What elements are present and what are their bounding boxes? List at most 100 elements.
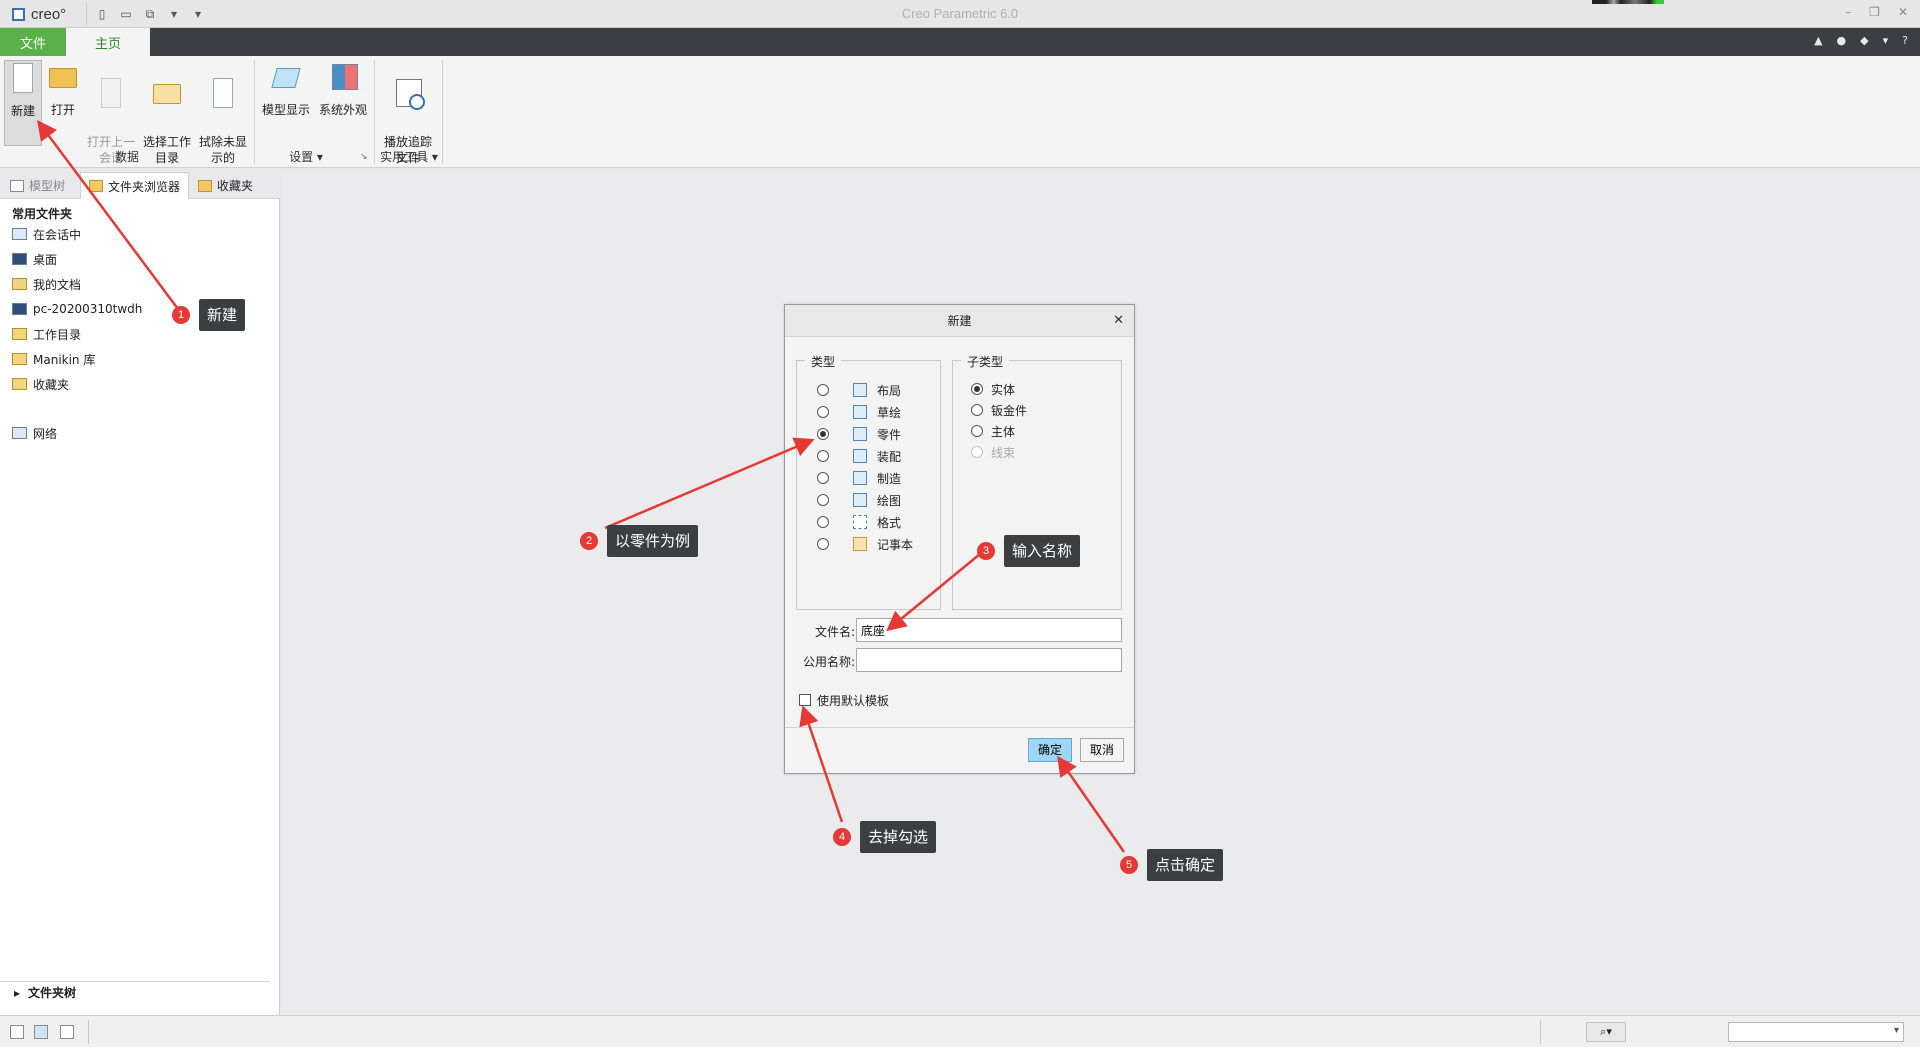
tab-folder-browser[interactable]: 文件夹浏览器 [80, 172, 190, 199]
notebook-icon [853, 537, 867, 551]
window-switch-icon[interactable]: ⧉ [141, 5, 159, 23]
system-appearance-button[interactable]: 系统外观 [316, 60, 370, 118]
type-option-assembly[interactable]: 装配 [817, 447, 901, 465]
folder-tree-toggle[interactable]: ▸ 文件夹树 [0, 981, 270, 1003]
type-option-label: 记事本 [877, 537, 914, 552]
type-option-sketch[interactable]: 草绘 [817, 403, 901, 421]
help-icon[interactable]: ? [1902, 34, 1908, 47]
type-option-drawing[interactable]: 绘图 [817, 491, 901, 509]
type-option-format[interactable]: 格式 [817, 513, 901, 531]
common-name-label: 公用名称: [802, 655, 855, 669]
annotation-callout-5: 点击确定 [1147, 849, 1224, 881]
common-folders-title: 常用文件夹 [12, 207, 73, 221]
folder-item-computer[interactable]: pc-20200310twdh [12, 300, 142, 318]
tab-file[interactable]: 文件 [0, 28, 66, 56]
annotation-callout-3: 输入名称 [1004, 535, 1081, 567]
radio-button-disabled [971, 446, 983, 458]
radio-button[interactable] [817, 516, 829, 528]
close-icon[interactable]: ✕ [1113, 313, 1124, 328]
customize-toolbar-icon[interactable]: ▾ [189, 5, 207, 23]
filename-label: 文件名: [814, 625, 855, 639]
model-display-button[interactable]: 模型显示 [258, 60, 314, 118]
overlay-strip [1592, 0, 1664, 4]
use-default-template-checkbox[interactable] [799, 694, 811, 706]
folder-label: Manikin 库 [33, 352, 96, 367]
selection-filter-dropdown[interactable]: ▾ [1728, 1022, 1904, 1042]
type-option-layout[interactable]: 布局 [817, 381, 901, 399]
radio-button-selected[interactable] [971, 383, 983, 395]
type-option-part[interactable]: 零件 [817, 425, 901, 443]
annotation-callout-4: 去掉勾选 [860, 821, 937, 853]
restore-icon[interactable]: ❐ [1869, 5, 1880, 19]
type-option-label: 零件 [877, 427, 902, 442]
folder-item-network[interactable]: 网络 [12, 424, 57, 442]
type-option-label: 制造 [877, 471, 902, 486]
annotation-badge-5: 5 [1120, 856, 1138, 874]
subtype-option-solid[interactable]: 实体 [971, 380, 1015, 398]
folder-item-manikin[interactable]: Manikin 库 [12, 350, 95, 368]
group-label-settings[interactable]: 设置 ▾ [258, 148, 354, 165]
close-icon[interactable]: ✕ [1898, 5, 1908, 19]
status-bar: ⌕▾ ▾ [0, 1015, 1920, 1047]
common-name-input[interactable] [856, 648, 1122, 672]
system-appearance-icon [326, 60, 360, 96]
folder-item-working-dir[interactable]: 工作目录 [12, 325, 81, 343]
find-icon[interactable]: ⌕▾ [1586, 1022, 1626, 1042]
new-document-icon[interactable]: ▯ [93, 5, 111, 23]
chevron-down-icon[interactable]: ▾ [165, 5, 183, 23]
folder-item-desktop[interactable]: 桌面 [12, 250, 57, 268]
folder-item-favorites[interactable]: 收藏夹 [12, 375, 69, 393]
folder-item-my-documents[interactable]: 我的文档 [12, 275, 81, 293]
select-working-dir-icon [150, 76, 184, 112]
ok-button[interactable]: 确定 [1028, 738, 1072, 762]
radio-button[interactable] [817, 538, 829, 550]
radio-button[interactable] [971, 425, 983, 437]
dialog-launcher-icon[interactable]: ↘ [360, 152, 368, 162]
cancel-button[interactable]: 取消 [1080, 738, 1124, 762]
dialog-separator [785, 727, 1134, 728]
open-folder-icon[interactable]: ▭ [117, 5, 135, 23]
subtype-option-bulk[interactable]: 主体 [971, 422, 1015, 440]
radio-button-selected[interactable] [817, 428, 829, 440]
learning-icon[interactable]: ◆ [1860, 34, 1868, 47]
subtype-option-sheetmetal[interactable]: 钣金件 [971, 401, 1027, 419]
use-default-template-label: 使用默认模板 [817, 694, 890, 708]
radio-button[interactable] [971, 404, 983, 416]
radio-button[interactable] [817, 384, 829, 396]
open-button-label: 打开 [50, 103, 75, 117]
drawing-icon [853, 493, 867, 507]
folder-label: 在会话中 [33, 227, 82, 242]
group-label-utilities[interactable]: 实用工具 ▾ [376, 148, 442, 165]
new-button[interactable]: 新建 [4, 60, 42, 146]
type-option-manufacturing[interactable]: 制造 [817, 469, 901, 487]
tab-model-tree-label: 模型树 [29, 179, 66, 193]
navigator-toggle-icon[interactable] [10, 1025, 24, 1039]
tab-model-tree[interactable]: 模型树 [2, 172, 73, 199]
computer-icon [12, 303, 27, 315]
radio-button[interactable] [817, 472, 829, 484]
new-button-label: 新建 [10, 104, 35, 118]
folder-tree-label: 文件夹树 [28, 986, 77, 1000]
tab-home[interactable]: 主页 [66, 28, 150, 56]
open-button[interactable]: 打开 [44, 60, 82, 118]
title-bar: creo° ▯ ▭ ⧉ ▾ ▾ Creo Parametric 6.0 – ❐ … [0, 0, 1920, 28]
collapse-ribbon-icon[interactable]: ▲ [1814, 34, 1822, 47]
user-icon[interactable]: ● [1837, 34, 1847, 47]
dialog-title: 新建 [785, 305, 1134, 337]
radio-button[interactable] [817, 406, 829, 418]
browser-toggle-icon[interactable] [34, 1025, 48, 1039]
tab-favorites[interactable]: 收藏夹 [190, 172, 261, 199]
radio-button[interactable] [817, 494, 829, 506]
type-option-notebook[interactable]: 记事本 [817, 535, 913, 553]
chevron-down-icon[interactable]: ▾ [1883, 34, 1889, 47]
type-option-label: 格式 [877, 515, 902, 530]
model-display-icon [269, 60, 303, 96]
filename-input[interactable] [856, 618, 1122, 642]
minimize-icon[interactable]: – [1845, 5, 1851, 19]
window-title: Creo Parametric 6.0 [901, 6, 1019, 21]
folder-label: pc-20200310twdh [33, 302, 143, 316]
fullscreen-icon[interactable] [60, 1025, 74, 1039]
radio-button[interactable] [817, 450, 829, 462]
favorites-folder-icon [12, 378, 27, 390]
folder-item-in-session[interactable]: 在会话中 [12, 225, 81, 243]
